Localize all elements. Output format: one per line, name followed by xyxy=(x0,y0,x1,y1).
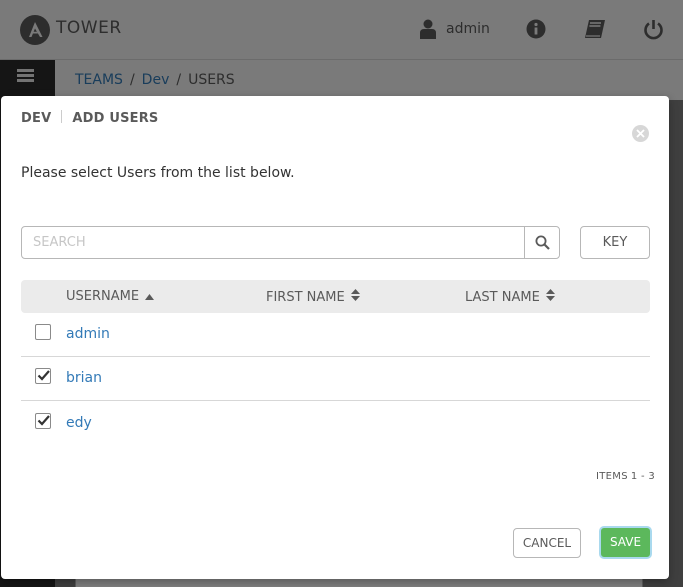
username-link[interactable]: brian xyxy=(66,370,102,386)
items-label: ITEMS xyxy=(596,471,628,482)
column-header-last-name[interactable]: LAST NAME xyxy=(465,289,555,305)
search-icon xyxy=(535,235,550,250)
sort-icon xyxy=(350,289,360,301)
table-row: edy xyxy=(21,402,650,446)
instructions-text: Please select Users from the list below. xyxy=(21,165,295,181)
modal-title-team: DEV xyxy=(21,111,52,126)
column-header-username[interactable]: USERNAME xyxy=(66,289,155,304)
search-box xyxy=(21,226,560,259)
save-button[interactable]: SAVE xyxy=(599,526,652,559)
title-divider xyxy=(61,110,63,123)
row-checkbox[interactable] xyxy=(35,368,51,384)
table-row: admin xyxy=(21,313,650,357)
checkmark-icon xyxy=(37,370,50,381)
username-link[interactable]: admin xyxy=(66,326,110,342)
row-checkbox[interactable] xyxy=(35,413,51,429)
row-checkbox[interactable] xyxy=(35,324,51,340)
items-count: ITEMS 1 - 3 xyxy=(596,471,655,482)
modal-title-action: ADD USERS xyxy=(72,111,159,126)
close-icon[interactable] xyxy=(632,125,649,142)
cancel-button[interactable]: CANCEL xyxy=(513,528,581,558)
checkmark-icon xyxy=(37,415,50,426)
modal-title: DEV ADD USERS xyxy=(21,110,159,126)
sort-ascending-icon xyxy=(145,294,155,300)
column-header-first-name[interactable]: FIRST NAME xyxy=(266,289,360,305)
column-header-label: LAST NAME xyxy=(465,290,540,305)
key-button[interactable]: KEY xyxy=(580,226,650,259)
search-input[interactable] xyxy=(22,227,524,258)
add-users-modal: DEV ADD USERS Please select Users from th… xyxy=(1,96,669,579)
table-header: USERNAME FIRST NAME LAST NAME xyxy=(21,280,650,313)
table-row: brian xyxy=(21,357,650,401)
items-range: 1 - 3 xyxy=(630,471,656,482)
column-header-label: USERNAME xyxy=(66,289,140,304)
column-header-label: FIRST NAME xyxy=(266,290,345,305)
search-button[interactable] xyxy=(524,227,559,258)
sort-icon xyxy=(545,289,555,301)
username-link[interactable]: edy xyxy=(66,415,92,431)
